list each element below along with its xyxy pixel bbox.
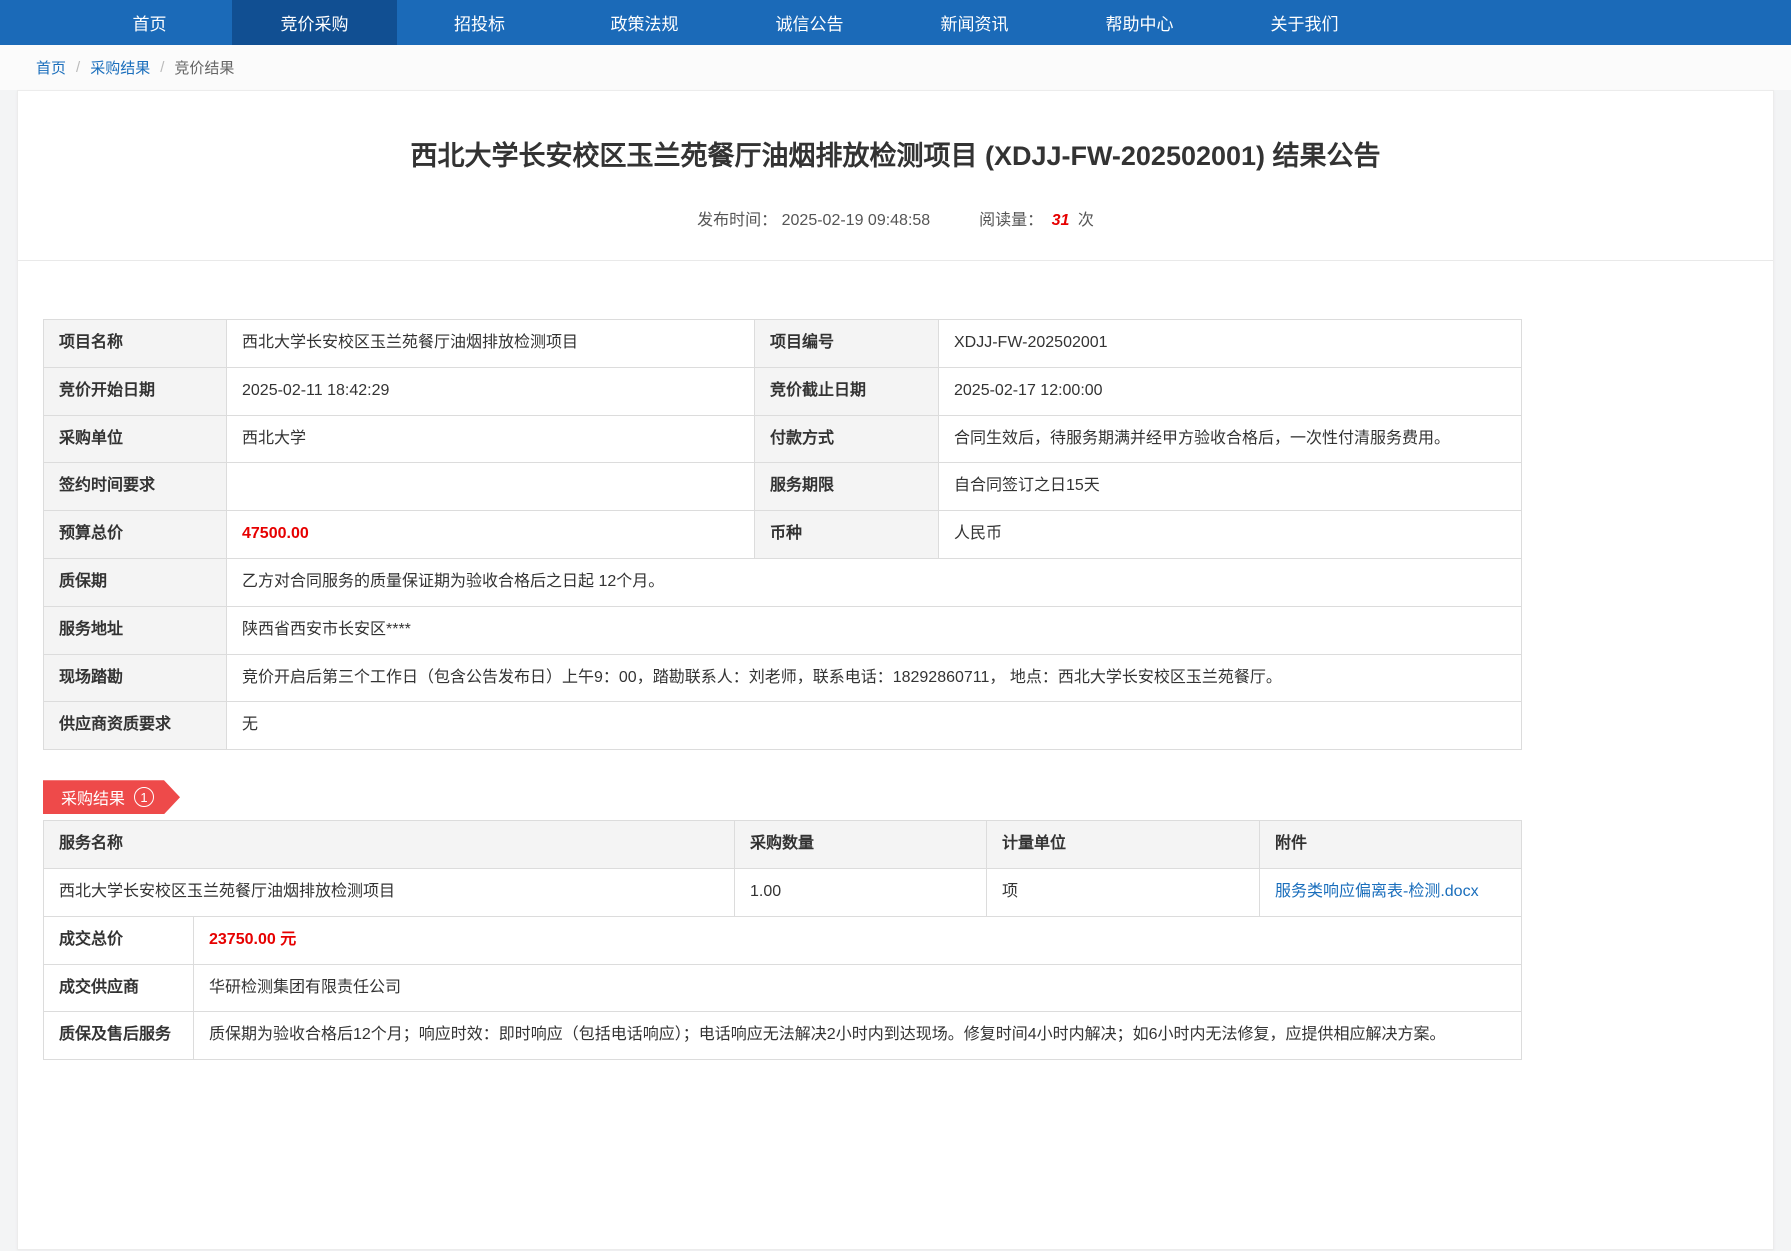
breadcrumb-home-link[interactable]: 首页 (36, 57, 66, 78)
table-row: 成交供应商 华研检测集团有限责任公司 (44, 964, 1522, 1012)
table-row: 现场踏勘 竞价开启后第三个工作日（包含公告发布日）上午9：00，踏勘联系人：刘老… (44, 654, 1522, 702)
field-label: 竞价开始日期 (44, 367, 227, 415)
deal-warranty-value: 质保期为验收合格后12个月；响应时效：即时响应（包括电话响应）；电话响应无法解决… (194, 1012, 1522, 1060)
field-label: 现场踏勘 (44, 654, 227, 702)
breadcrumb-current: 竞价结果 (174, 57, 234, 78)
field-label: 供应商资质要求 (44, 702, 227, 750)
deal-total-label: 成交总价 (44, 916, 194, 964)
field-value: 无 (227, 702, 1522, 750)
nav-item-home[interactable]: 首页 (67, 0, 232, 45)
column-header-attachment: 附件 (1260, 821, 1522, 869)
field-value: 西北大学 (227, 415, 755, 463)
page-title: 西北大学长安校区玉兰苑餐厅油烟排放检测项目 (XDJJ-FW-202502001… (18, 91, 1773, 174)
breadcrumb-separator: / (76, 59, 80, 76)
article-meta: 发布时间： 2025-02-19 09:48:58 阅读量： 31 次 (18, 206, 1773, 230)
field-value: 人民币 (939, 511, 1522, 559)
views-count: 31 (1052, 212, 1070, 229)
announcement-card: 西北大学长安校区玉兰苑餐厅油烟排放检测项目 (XDJJ-FW-202502001… (17, 90, 1774, 1250)
breadcrumb-separator: / (160, 59, 164, 76)
views-unit: 次 (1078, 212, 1094, 229)
field-value: 竞价开启后第三个工作日（包含公告发布日）上午9：00，踏勘联系人：刘老师，联系电… (227, 654, 1522, 702)
deal-total-amount: 23750.00 (209, 931, 276, 948)
project-info-table: 项目名称 西北大学长安校区玉兰苑餐厅油烟排放检测项目 项目编号 XDJJ-FW-… (43, 319, 1522, 750)
table-row: 供应商资质要求 无 (44, 702, 1522, 750)
views-label: 阅读量： (979, 212, 1043, 229)
service-name-value: 西北大学长安校区玉兰苑餐厅油烟排放检测项目 (44, 869, 735, 917)
quantity-value: 1.00 (735, 869, 987, 917)
purchase-result-badge: 采购结果 1 (43, 780, 180, 814)
column-header-unit: 计量单位 (987, 821, 1260, 869)
field-label: 签约时间要求 (44, 463, 227, 511)
table-row: 西北大学长安校区玉兰苑餐厅油烟排放检测项目 1.00 项 服务类响应偏离表-检测… (44, 869, 1522, 917)
nav-item-tenders[interactable]: 招投标 (397, 0, 562, 45)
divider (18, 260, 1773, 261)
table-header-row: 服务名称 采购数量 计量单位 附件 (44, 821, 1522, 869)
column-header-quantity: 采购数量 (735, 821, 987, 869)
field-value (227, 463, 755, 511)
nav-item-bidding-purchase[interactable]: 竞价采购 (232, 0, 397, 45)
unit-value: 项 (987, 869, 1260, 917)
deal-info-table: 成交总价 23750.00 元 成交供应商 华研检测集团有限责任公司 质保及售后… (43, 916, 1522, 1060)
deal-supplier-value: 华研检测集团有限责任公司 (194, 964, 1522, 1012)
deal-total-value: 23750.00 元 (194, 916, 1522, 964)
nav-item-news[interactable]: 新闻资讯 (892, 0, 1057, 45)
top-navigation: 首页 竞价采购 招投标 政策法规 诚信公告 新闻资讯 帮助中心 关于我们 (0, 0, 1791, 45)
field-value: 合同生效后，待服务期满并经甲方验收合格后，一次性付清服务费用。 (939, 415, 1522, 463)
field-label: 服务期限 (755, 463, 939, 511)
table-row: 采购单位 西北大学 付款方式 合同生效后，待服务期满并经甲方验收合格后，一次性付… (44, 415, 1522, 463)
budget-total-value: 47500.00 (227, 511, 755, 559)
table-row: 预算总价 47500.00 币种 人民币 (44, 511, 1522, 559)
nav-item-about-us[interactable]: 关于我们 (1222, 0, 1387, 45)
deal-supplier-label: 成交供应商 (44, 964, 194, 1012)
deal-warranty-label: 质保及售后服务 (44, 1012, 194, 1060)
purchase-result-table: 服务名称 采购数量 计量单位 附件 西北大学长安校区玉兰苑餐厅油烟排放检测项目 … (43, 820, 1522, 917)
deal-total-unit: 元 (280, 931, 296, 948)
field-label: 质保期 (44, 559, 227, 607)
table-row: 成交总价 23750.00 元 (44, 916, 1522, 964)
purchase-result-badge-number: 1 (134, 787, 154, 807)
nav-item-help-center[interactable]: 帮助中心 (1057, 0, 1222, 45)
table-row: 质保及售后服务 质保期为验收合格后12个月；响应时效：即时响应（包括电话响应）；… (44, 1012, 1522, 1060)
publish-time-label: 发布时间： (697, 212, 777, 229)
field-label: 付款方式 (755, 415, 939, 463)
field-value: 2025-02-11 18:42:29 (227, 367, 755, 415)
field-label: 币种 (755, 511, 939, 559)
field-label: 采购单位 (44, 415, 227, 463)
breadcrumb: 首页 / 采购结果 / 竞价结果 (0, 45, 1791, 90)
field-label: 项目名称 (44, 320, 227, 368)
field-value: 乙方对合同服务的质量保证期为验收合格后之日起 12个月。 (227, 559, 1522, 607)
purchase-result-badge-label: 采购结果 (61, 785, 125, 809)
column-header-service-name: 服务名称 (44, 821, 735, 869)
table-row: 质保期 乙方对合同服务的质量保证期为验收合格后之日起 12个月。 (44, 559, 1522, 607)
field-label: 预算总价 (44, 511, 227, 559)
breadcrumb-purchase-results-link[interactable]: 采购结果 (90, 57, 150, 78)
field-value: XDJJ-FW-202502001 (939, 320, 1522, 368)
field-value: 2025-02-17 12:00:00 (939, 367, 1522, 415)
field-value: 陕西省西安市长安区**** (227, 606, 1522, 654)
table-row: 项目名称 西北大学长安校区玉兰苑餐厅油烟排放检测项目 项目编号 XDJJ-FW-… (44, 320, 1522, 368)
table-row: 竞价开始日期 2025-02-11 18:42:29 竞价截止日期 2025-0… (44, 367, 1522, 415)
table-row: 签约时间要求 服务期限 自合同签订之日15天 (44, 463, 1522, 511)
attachment-link[interactable]: 服务类响应偏离表-检测.docx (1275, 883, 1479, 900)
purchase-result-section-header: 采购结果 1 (43, 780, 1773, 814)
field-value: 自合同签订之日15天 (939, 463, 1522, 511)
table-row: 服务地址 陕西省西安市长安区**** (44, 606, 1522, 654)
nav-item-policies[interactable]: 政策法规 (562, 0, 727, 45)
nav-item-integrity-notice[interactable]: 诚信公告 (727, 0, 892, 45)
field-label: 项目编号 (755, 320, 939, 368)
publish-time-value: 2025-02-19 09:48:58 (782, 212, 931, 229)
field-value: 西北大学长安校区玉兰苑餐厅油烟排放检测项目 (227, 320, 755, 368)
field-label: 竞价截止日期 (755, 367, 939, 415)
field-label: 服务地址 (44, 606, 227, 654)
